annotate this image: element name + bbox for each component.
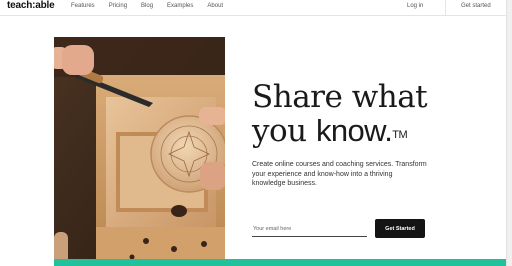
main-nav: Features Pricing Blog Examples About [71,3,237,9]
footer-strip-left [0,259,54,266]
headline-line-2-bold: know. [316,113,393,148]
email-field[interactable] [252,222,367,237]
hero-subtext: Create online courses and coaching servi… [252,161,427,187]
teachable-logo[interactable]: teach:able [7,0,55,11]
wood-carving-illustration [54,37,225,266]
teal-accent-bar [54,259,506,266]
headline-line-2-prefix: you [252,113,316,149]
top-navigation-bar: teach:able Features Pricing Blog Example… [0,0,512,16]
nav-link-examples[interactable]: Examples [167,3,193,9]
get-started-nav-link[interactable]: Get started [461,3,491,9]
hero-headline: Share what you know.TM [252,79,428,149]
trademark-symbol: TM [392,129,408,141]
login-link[interactable]: Log in [407,3,423,9]
nav-link-pricing[interactable]: Pricing [109,3,127,9]
hero-image-wood-carving [54,37,225,266]
nav-divider [445,0,446,16]
nav-link-features[interactable]: Features [71,3,95,9]
nav-link-blog[interactable]: Blog [141,3,153,9]
headline-line-1: Share what [252,79,428,115]
nav-link-about[interactable]: About [207,3,223,9]
get-started-button[interactable]: Get Started [375,219,425,238]
scrollbar-track[interactable] [506,0,512,266]
